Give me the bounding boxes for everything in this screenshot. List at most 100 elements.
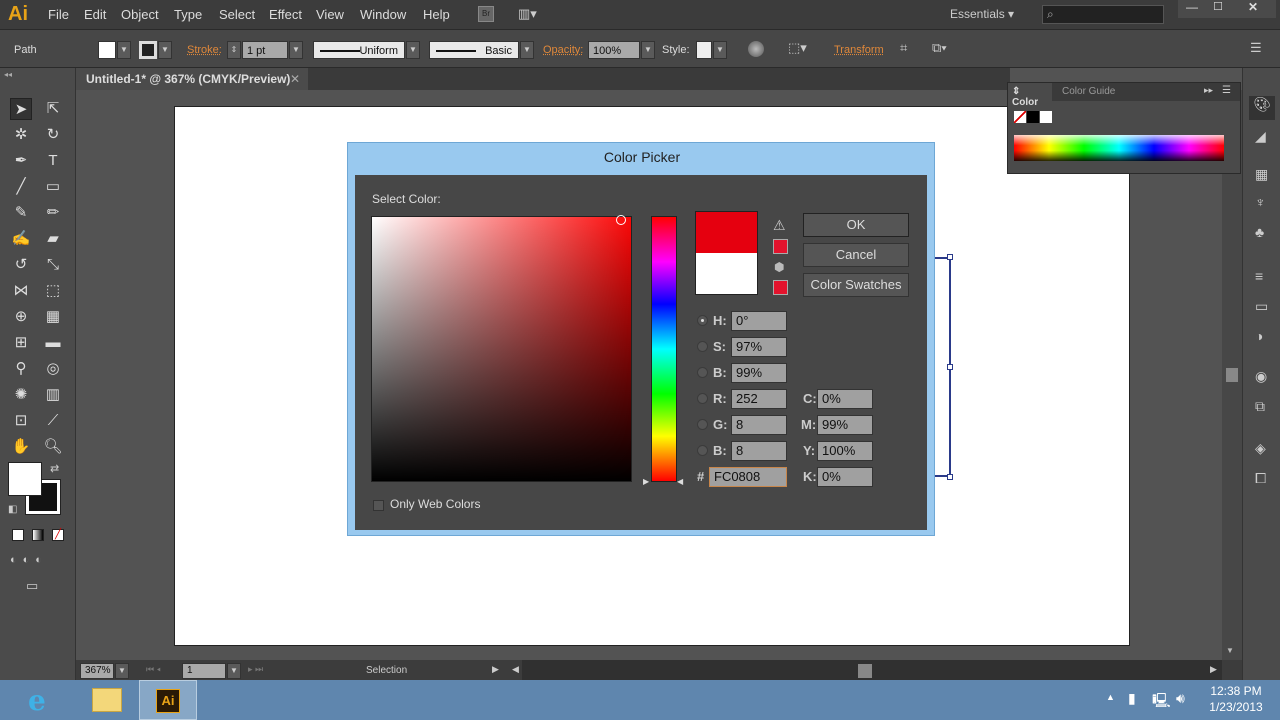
recolor-artwork-icon[interactable] xyxy=(748,41,764,57)
column-graph-tool-icon[interactable]: ▥ xyxy=(42,384,64,406)
out-of-gamut-warning-icon[interactable]: ⚠ xyxy=(773,217,786,234)
mesh-tool-icon[interactable]: ⊞ xyxy=(10,332,32,354)
clock[interactable]: 12:38 PM 1/23/2013 xyxy=(1200,684,1272,714)
black-swatch[interactable] xyxy=(1027,111,1039,123)
direct-selection-tool-icon[interactable]: ⇱ xyxy=(42,98,64,120)
scale-tool-icon[interactable]: ⤡ xyxy=(42,254,64,276)
green-radio[interactable] xyxy=(697,419,708,430)
stroke-weight-stepper[interactable]: ⇕ xyxy=(227,41,241,59)
opacity-dropdown[interactable]: ▼ xyxy=(641,41,655,59)
maximize-button[interactable]: ☐ xyxy=(1206,0,1230,18)
graphic-style-swatch[interactable] xyxy=(696,41,712,59)
free-transform-tool-icon[interactable]: ⬚ xyxy=(42,280,64,302)
white-swatch[interactable] xyxy=(1040,111,1052,123)
brushes-icon[interactable]: ♆ xyxy=(1255,194,1266,210)
zoom-dropdown[interactable]: ▼ xyxy=(115,663,129,679)
brightness-radio[interactable] xyxy=(697,367,708,378)
vertical-scrollbar[interactable]: ▼ xyxy=(1222,90,1242,660)
blue-radio[interactable] xyxy=(697,445,708,456)
lasso-tool-icon[interactable]: ↻ xyxy=(42,124,64,146)
brightness-field[interactable]: 99% xyxy=(731,363,787,383)
layers-panel-icon[interactable]: ◈ xyxy=(1255,440,1266,457)
horizontal-scroll-thumb[interactable] xyxy=(858,664,872,678)
transform-link[interactable]: Transform xyxy=(834,44,884,56)
current-tool-status[interactable]: Selection xyxy=(366,665,407,676)
status-menu-icon[interactable]: ▶ xyxy=(492,664,499,675)
brush-dropdown[interactable]: ▼ xyxy=(520,41,534,59)
cyan-field[interactable]: 0% xyxy=(817,389,873,409)
menu-view[interactable]: View xyxy=(316,7,344,22)
align-selection-icon[interactable]: ⬚▾ xyxy=(788,40,807,56)
collapse-panel-icon[interactable]: ▸▸ xyxy=(1204,85,1213,96)
tab-color[interactable]: ⇕ Color xyxy=(1008,83,1052,108)
blob-brush-tool-icon[interactable]: ✍ xyxy=(10,228,32,250)
only-web-colors-label[interactable]: Only Web Colors xyxy=(390,497,480,511)
document-tab[interactable]: Untitled-1* @ 367% (CMYK/Preview) ✕ xyxy=(76,68,308,90)
zoom-level-field[interactable]: 367% xyxy=(80,663,114,679)
menu-object[interactable]: Object xyxy=(121,7,159,22)
line-tool-icon[interactable]: ╱ xyxy=(10,176,32,198)
color-panel-icon[interactable]: 🎨︎ xyxy=(1249,96,1275,120)
horizontal-scrollbar[interactable] xyxy=(522,660,1222,682)
stroke-weight-field[interactable]: 1 pt xyxy=(242,41,288,59)
drawing-modes-icons[interactable]: ◐◐◐ xyxy=(10,554,48,566)
in-gamut-color-swatch[interactable] xyxy=(773,239,788,254)
color-guide-icon[interactable]: ◢ xyxy=(1255,128,1266,145)
swatches-icon[interactable]: ▦ xyxy=(1255,166,1268,183)
isolate-icon[interactable]: ⌗ xyxy=(900,40,907,56)
gradient-mode-icon[interactable] xyxy=(32,529,44,541)
gradient-tool-icon[interactable]: ▬ xyxy=(42,332,64,354)
arrange-documents-icon[interactable]: ▥▾ xyxy=(518,6,546,22)
color-field[interactable] xyxy=(371,215,632,482)
tab-color-guide[interactable]: Color Guide xyxy=(1062,86,1115,97)
collapse-icon[interactable]: ◂◂ xyxy=(4,70,12,79)
symbols-icon[interactable]: ♣ xyxy=(1255,224,1264,240)
color-mode-icon[interactable] xyxy=(12,529,24,541)
cancel-button[interactable]: Cancel xyxy=(803,243,909,267)
hue-slider[interactable] xyxy=(651,216,677,482)
volume-icon[interactable]: 🔊︎ xyxy=(1176,690,1185,707)
red-radio[interactable] xyxy=(697,393,708,404)
variable-width-profile[interactable]: Uniform xyxy=(313,41,405,59)
internet-explorer-icon[interactable]: e xyxy=(28,684,46,717)
out-of-web-color-icon[interactable]: ⬢ xyxy=(774,260,784,274)
brush-definition[interactable]: Basic xyxy=(429,41,519,59)
yellow-field[interactable]: 100% xyxy=(817,441,873,461)
fill-color-box[interactable] xyxy=(8,462,42,496)
stroke-panel-icon[interactable]: ≡ xyxy=(1255,268,1263,284)
anchor-point[interactable] xyxy=(947,254,953,260)
opacity-field[interactable]: 100% xyxy=(588,41,640,59)
green-field[interactable]: 8 xyxy=(731,415,787,435)
hue-radio[interactable] xyxy=(697,315,708,326)
minimize-button[interactable]: — xyxy=(1178,0,1206,18)
fill-dropdown[interactable]: ▼ xyxy=(117,41,131,59)
none-mode-icon[interactable]: ╱ xyxy=(52,529,64,541)
rotate-tool-icon[interactable]: ↺ xyxy=(10,254,32,276)
scroll-down-icon[interactable]: ▼ xyxy=(1226,646,1234,655)
workspace-switcher[interactable]: Essentials ▾ xyxy=(950,7,1014,21)
slice-tool-icon[interactable]: ⟋ xyxy=(42,410,64,432)
default-fill-stroke-icon[interactable]: ◧ xyxy=(8,504,17,515)
hue-field[interactable]: 0° xyxy=(731,311,787,331)
blue-field[interactable]: 8 xyxy=(731,441,787,461)
zoom-tool-icon[interactable]: 🔍︎ xyxy=(42,436,64,458)
menu-file[interactable]: File xyxy=(48,7,69,22)
color-panel-menu-icon[interactable]: ☰ xyxy=(1222,85,1231,96)
artboard-dropdown[interactable]: ▼ xyxy=(227,663,241,679)
color-swatches-button[interactable]: Color Swatches xyxy=(803,273,909,297)
color-field-marker[interactable] xyxy=(616,215,626,225)
red-field[interactable]: 252 xyxy=(731,389,787,409)
hand-tool-icon[interactable]: ✋ xyxy=(10,436,32,458)
screen-mode-icon[interactable]: ▭ xyxy=(26,578,38,594)
menu-type[interactable]: Type xyxy=(174,7,202,22)
selection-options-icon[interactable]: ⧉▾ xyxy=(932,40,947,56)
eraser-tool-icon[interactable]: ▰ xyxy=(42,228,64,250)
only-web-colors-checkbox[interactable] xyxy=(373,500,384,511)
last-artboard-icon[interactable]: ▸ ⏭ xyxy=(248,664,263,675)
shape-builder-tool-icon[interactable]: ⊕ xyxy=(10,306,32,328)
paintbrush-tool-icon[interactable]: ✎ xyxy=(10,202,32,224)
pencil-tool-icon[interactable]: ✏ xyxy=(42,202,64,224)
scroll-left-icon[interactable]: ◀ xyxy=(512,664,519,675)
stroke-weight-dropdown[interactable]: ▼ xyxy=(289,41,303,59)
artboards-panel-icon[interactable]: ⧠ xyxy=(1255,470,1266,487)
